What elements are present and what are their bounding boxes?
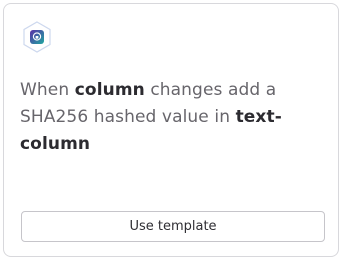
use-template-button[interactable]: Use template [21, 211, 325, 242]
description-bold-column: column [74, 80, 145, 100]
template-card: When column changes add a SHA256 hashed … [3, 3, 339, 257]
description-text-1: When [20, 80, 75, 100]
template-description: When column changes add a SHA256 hashed … [20, 77, 320, 158]
hash-app-icon [21, 21, 53, 53]
